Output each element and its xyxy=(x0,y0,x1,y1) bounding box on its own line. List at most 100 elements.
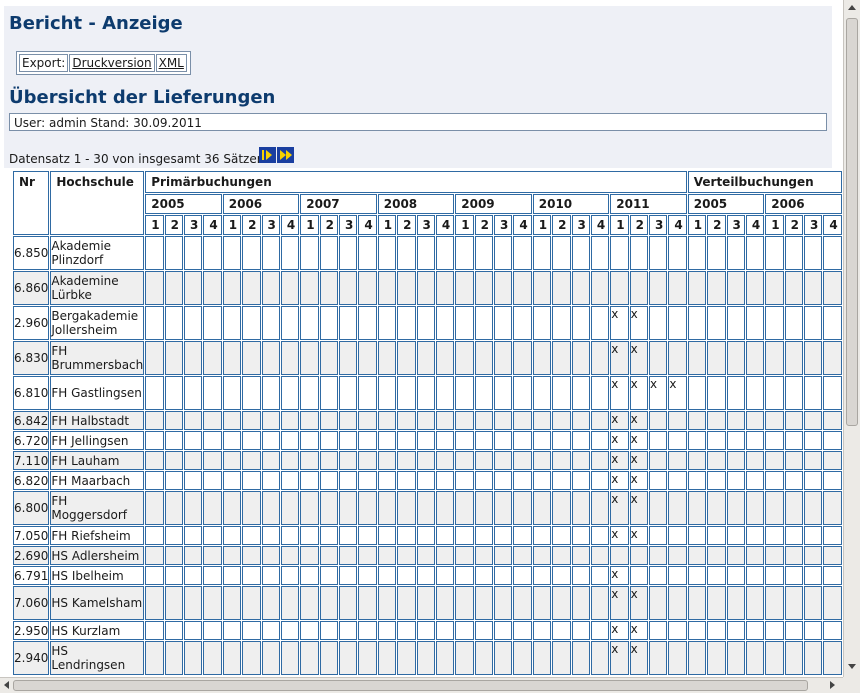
last-page-button[interactable] xyxy=(277,147,294,163)
row-nr: 2.950 xyxy=(13,621,50,640)
scroll-up-icon[interactable] xyxy=(848,5,856,10)
vertical-scrollbar[interactable] xyxy=(843,0,860,677)
quarter-cell xyxy=(668,546,687,565)
quarter-cell xyxy=(532,621,552,640)
quarter-cell xyxy=(145,641,164,675)
scroll-right-icon[interactable] xyxy=(830,681,835,689)
quarter-cell xyxy=(726,431,745,450)
quarter-cell xyxy=(590,566,610,585)
quarter-cell xyxy=(532,586,552,620)
quarter-cell xyxy=(184,306,203,340)
quarter-cell xyxy=(571,271,590,305)
quarter-cell xyxy=(590,411,610,430)
quarter-cell xyxy=(222,236,242,270)
quarter-cell xyxy=(242,271,261,305)
quarter-cell xyxy=(397,451,416,470)
quarter-cell xyxy=(552,566,571,585)
quarter-header: 1 xyxy=(145,215,164,235)
quarter-cell xyxy=(455,271,474,305)
quarter-header: 3 xyxy=(649,215,668,235)
quarter-cell: x xyxy=(610,491,629,525)
quarter-cell xyxy=(494,411,513,430)
horizontal-scroll-thumb[interactable] xyxy=(13,680,808,691)
quarter-cell xyxy=(707,451,726,470)
quarter-cell xyxy=(532,431,552,450)
quarter-cell xyxy=(494,621,513,640)
quarter-cell xyxy=(377,526,397,545)
quarter-cell xyxy=(164,271,183,305)
quarter-cell xyxy=(280,341,300,375)
scroll-down-icon[interactable] xyxy=(848,664,856,669)
quarter-cell xyxy=(494,526,513,545)
quarter-cell xyxy=(649,471,668,490)
quarter-cell xyxy=(339,411,358,430)
quarter-cell xyxy=(823,451,842,470)
quarter-cell xyxy=(571,376,590,410)
quarter-cell xyxy=(358,451,377,470)
quarter-cell xyxy=(668,491,687,525)
quarter-cell xyxy=(435,376,455,410)
quarter-cell xyxy=(280,491,300,525)
quarter-cell xyxy=(726,411,745,430)
quarter-cell xyxy=(145,586,164,620)
scroll-left-icon[interactable] xyxy=(4,681,9,689)
quarter-cell xyxy=(339,451,358,470)
next-page-button[interactable] xyxy=(259,147,276,163)
quarter-cell xyxy=(823,376,842,410)
quarter-cell: x xyxy=(629,491,648,525)
quarter-cell xyxy=(339,236,358,270)
quarter-header: 4 xyxy=(668,215,687,235)
quarter-cell xyxy=(377,546,397,565)
quarter-cell xyxy=(745,641,765,675)
table-row: 6.720 FH Jellingsen x x xyxy=(13,431,842,450)
quarter-cell xyxy=(164,341,183,375)
quarter-cell xyxy=(319,526,338,545)
quarter-header: 3 xyxy=(726,215,745,235)
quarter-cell xyxy=(513,236,532,270)
quarter-cell xyxy=(164,431,183,450)
vertical-scroll-thumb[interactable] xyxy=(846,18,858,426)
quarter-cell xyxy=(339,306,358,340)
quarter-cell xyxy=(513,471,532,490)
horizontal-scrollbar[interactable] xyxy=(0,677,843,693)
quarter-cell xyxy=(377,491,397,525)
quarter-cell xyxy=(145,271,164,305)
quarter-cell xyxy=(532,641,552,675)
quarter-cell xyxy=(455,641,474,675)
quarter-cell xyxy=(203,566,222,585)
quarter-cell xyxy=(765,621,784,640)
quarter-cell: x xyxy=(610,451,629,470)
quarter-cell xyxy=(184,471,203,490)
quarter-cell xyxy=(280,526,300,545)
quarter-cell: x xyxy=(610,586,629,620)
quarter-cell: x xyxy=(610,341,629,375)
quarter-cell xyxy=(455,621,474,640)
year-header: 2005 xyxy=(687,194,765,214)
print-version-link[interactable]: Druckversion xyxy=(69,54,155,72)
table-row: 6.850 Akademie Plinzdorf xyxy=(13,236,842,270)
quarter-cell xyxy=(184,546,203,565)
quarter-cell xyxy=(300,586,319,620)
quarter-cell xyxy=(222,376,242,410)
quarter-cell xyxy=(745,306,765,340)
quarter-header: 4 xyxy=(358,215,377,235)
quarter-cell xyxy=(552,586,571,620)
quarter-cell xyxy=(745,566,765,585)
quarter-cell xyxy=(494,236,513,270)
quarter-cell xyxy=(300,376,319,410)
quarter-cell xyxy=(164,471,183,490)
table-row: 6.842 FH Halbstadt x x xyxy=(13,411,842,430)
quarter-cell xyxy=(242,376,261,410)
quarter-cell xyxy=(532,306,552,340)
quarter-cell xyxy=(319,621,338,640)
quarter-cell xyxy=(629,566,648,585)
quarter-cell xyxy=(668,431,687,450)
quarter-cell xyxy=(649,526,668,545)
quarter-cell xyxy=(804,451,823,470)
xml-export-link[interactable]: XML xyxy=(155,54,187,72)
quarter-cell xyxy=(222,306,242,340)
year-header: 2009 xyxy=(455,194,532,214)
quarter-cell xyxy=(416,341,435,375)
quarter-cell xyxy=(261,431,280,450)
quarter-cell xyxy=(319,271,338,305)
